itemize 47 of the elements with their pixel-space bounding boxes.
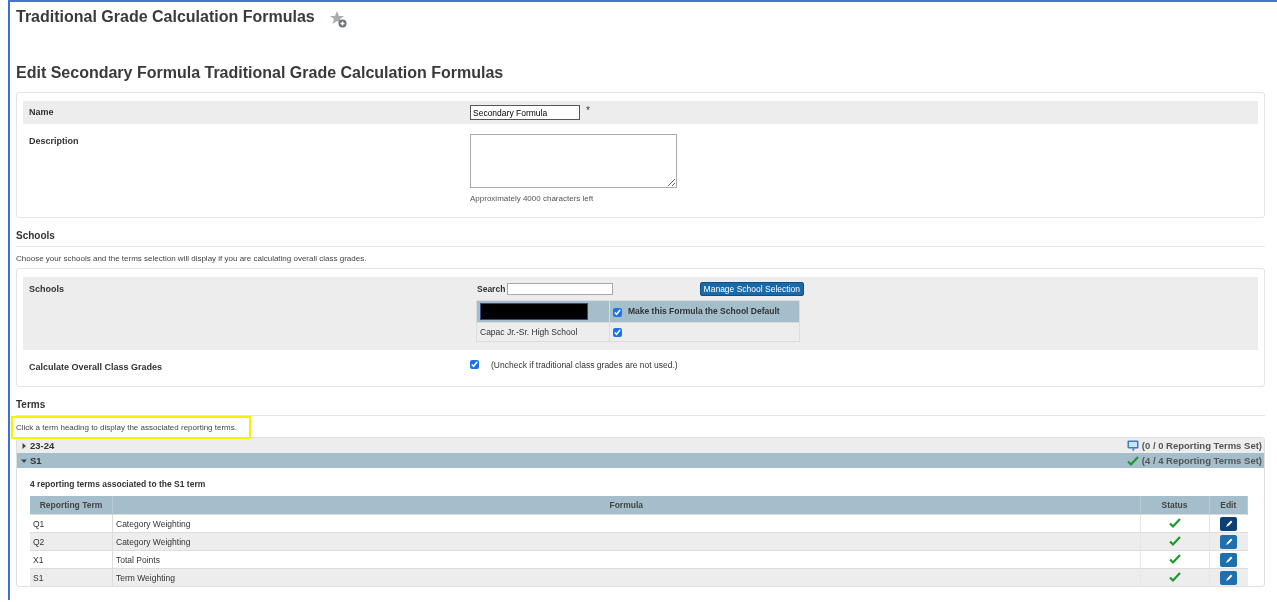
checkbox[interactable] bbox=[613, 307, 622, 317]
column-header: Reporting Term bbox=[30, 496, 113, 515]
character-count: Approximately 4000 characters left bbox=[470, 194, 594, 203]
field-label: Schools bbox=[29, 283, 65, 296]
table-cell: Category Weighting bbox=[112, 532, 1140, 551]
search-field[interactable] bbox=[507, 283, 614, 295]
checkbox-note: (Uncheck if traditional class grades are not used.) bbox=[491, 360, 678, 370]
comment-icon bbox=[1126, 439, 1139, 452]
checkbox[interactable] bbox=[613, 328, 622, 338]
checkbox[interactable] bbox=[470, 360, 479, 369]
term-name: 23-24 bbox=[30, 440, 55, 451]
column-header: Formula bbox=[112, 496, 1140, 515]
search-label: Search bbox=[477, 284, 506, 294]
required-mark: * bbox=[586, 105, 590, 116]
name-field[interactable]: Secondary Formula bbox=[470, 105, 580, 120]
term-name: S1 bbox=[30, 455, 42, 466]
column-header: Make this Formula the School Default bbox=[628, 306, 780, 317]
caret-down-icon bbox=[21, 457, 27, 464]
edit-button[interactable] bbox=[1220, 552, 1237, 567]
table-cell: Q2 bbox=[30, 532, 113, 551]
term-summary: 4 reporting terms associated to the S1 term bbox=[30, 478, 207, 491]
term-heading[interactable]: 23-24 (0 / 0 Reporting Terms Set) bbox=[17, 438, 1264, 453]
caret-right-icon bbox=[21, 442, 27, 449]
edit-button[interactable] bbox=[1220, 570, 1237, 585]
description-field[interactable] bbox=[470, 134, 677, 188]
form-title: Edit Secondary Formula Traditional Grade Calculation Formulas bbox=[16, 64, 505, 82]
star-add-icon bbox=[328, 10, 347, 28]
table-cell: Capac Jr.-Sr. High School bbox=[476, 322, 610, 342]
section-hint: Click a term heading to display the associated reporting terms. bbox=[13, 418, 249, 437]
field-label: Name bbox=[29, 106, 55, 119]
term-status: (4 / 4 Reporting Terms Set) bbox=[1141, 455, 1262, 466]
field-label: Calculate Overall Class Grades bbox=[29, 361, 164, 372]
checkmark-icon bbox=[1126, 454, 1139, 467]
field-label: Description bbox=[29, 135, 80, 148]
page-title: Traditional Grade Calculation Formulas bbox=[16, 8, 315, 26]
section-hint: Choose your schools and the terms selection will display if you are calculating overall class grades. bbox=[16, 253, 367, 265]
edit-button[interactable] bbox=[1220, 534, 1237, 549]
table-cell: Term Weighting bbox=[112, 568, 1140, 586]
section-heading: Schools bbox=[16, 230, 1265, 247]
section-heading: Terms bbox=[16, 399, 1265, 416]
term-heading[interactable]: S1 (4 / 4 Reporting Terms Set) bbox=[17, 453, 1264, 468]
term-status: (0 / 0 Reporting Terms Set) bbox=[1141, 440, 1262, 451]
column-header: Edit bbox=[1209, 496, 1248, 515]
manage-school-selection-button[interactable]: Manage School Selection bbox=[699, 282, 804, 296]
table-cell: S1 bbox=[30, 568, 113, 586]
edit-button[interactable] bbox=[1220, 516, 1237, 531]
column-header: Status bbox=[1140, 496, 1209, 515]
